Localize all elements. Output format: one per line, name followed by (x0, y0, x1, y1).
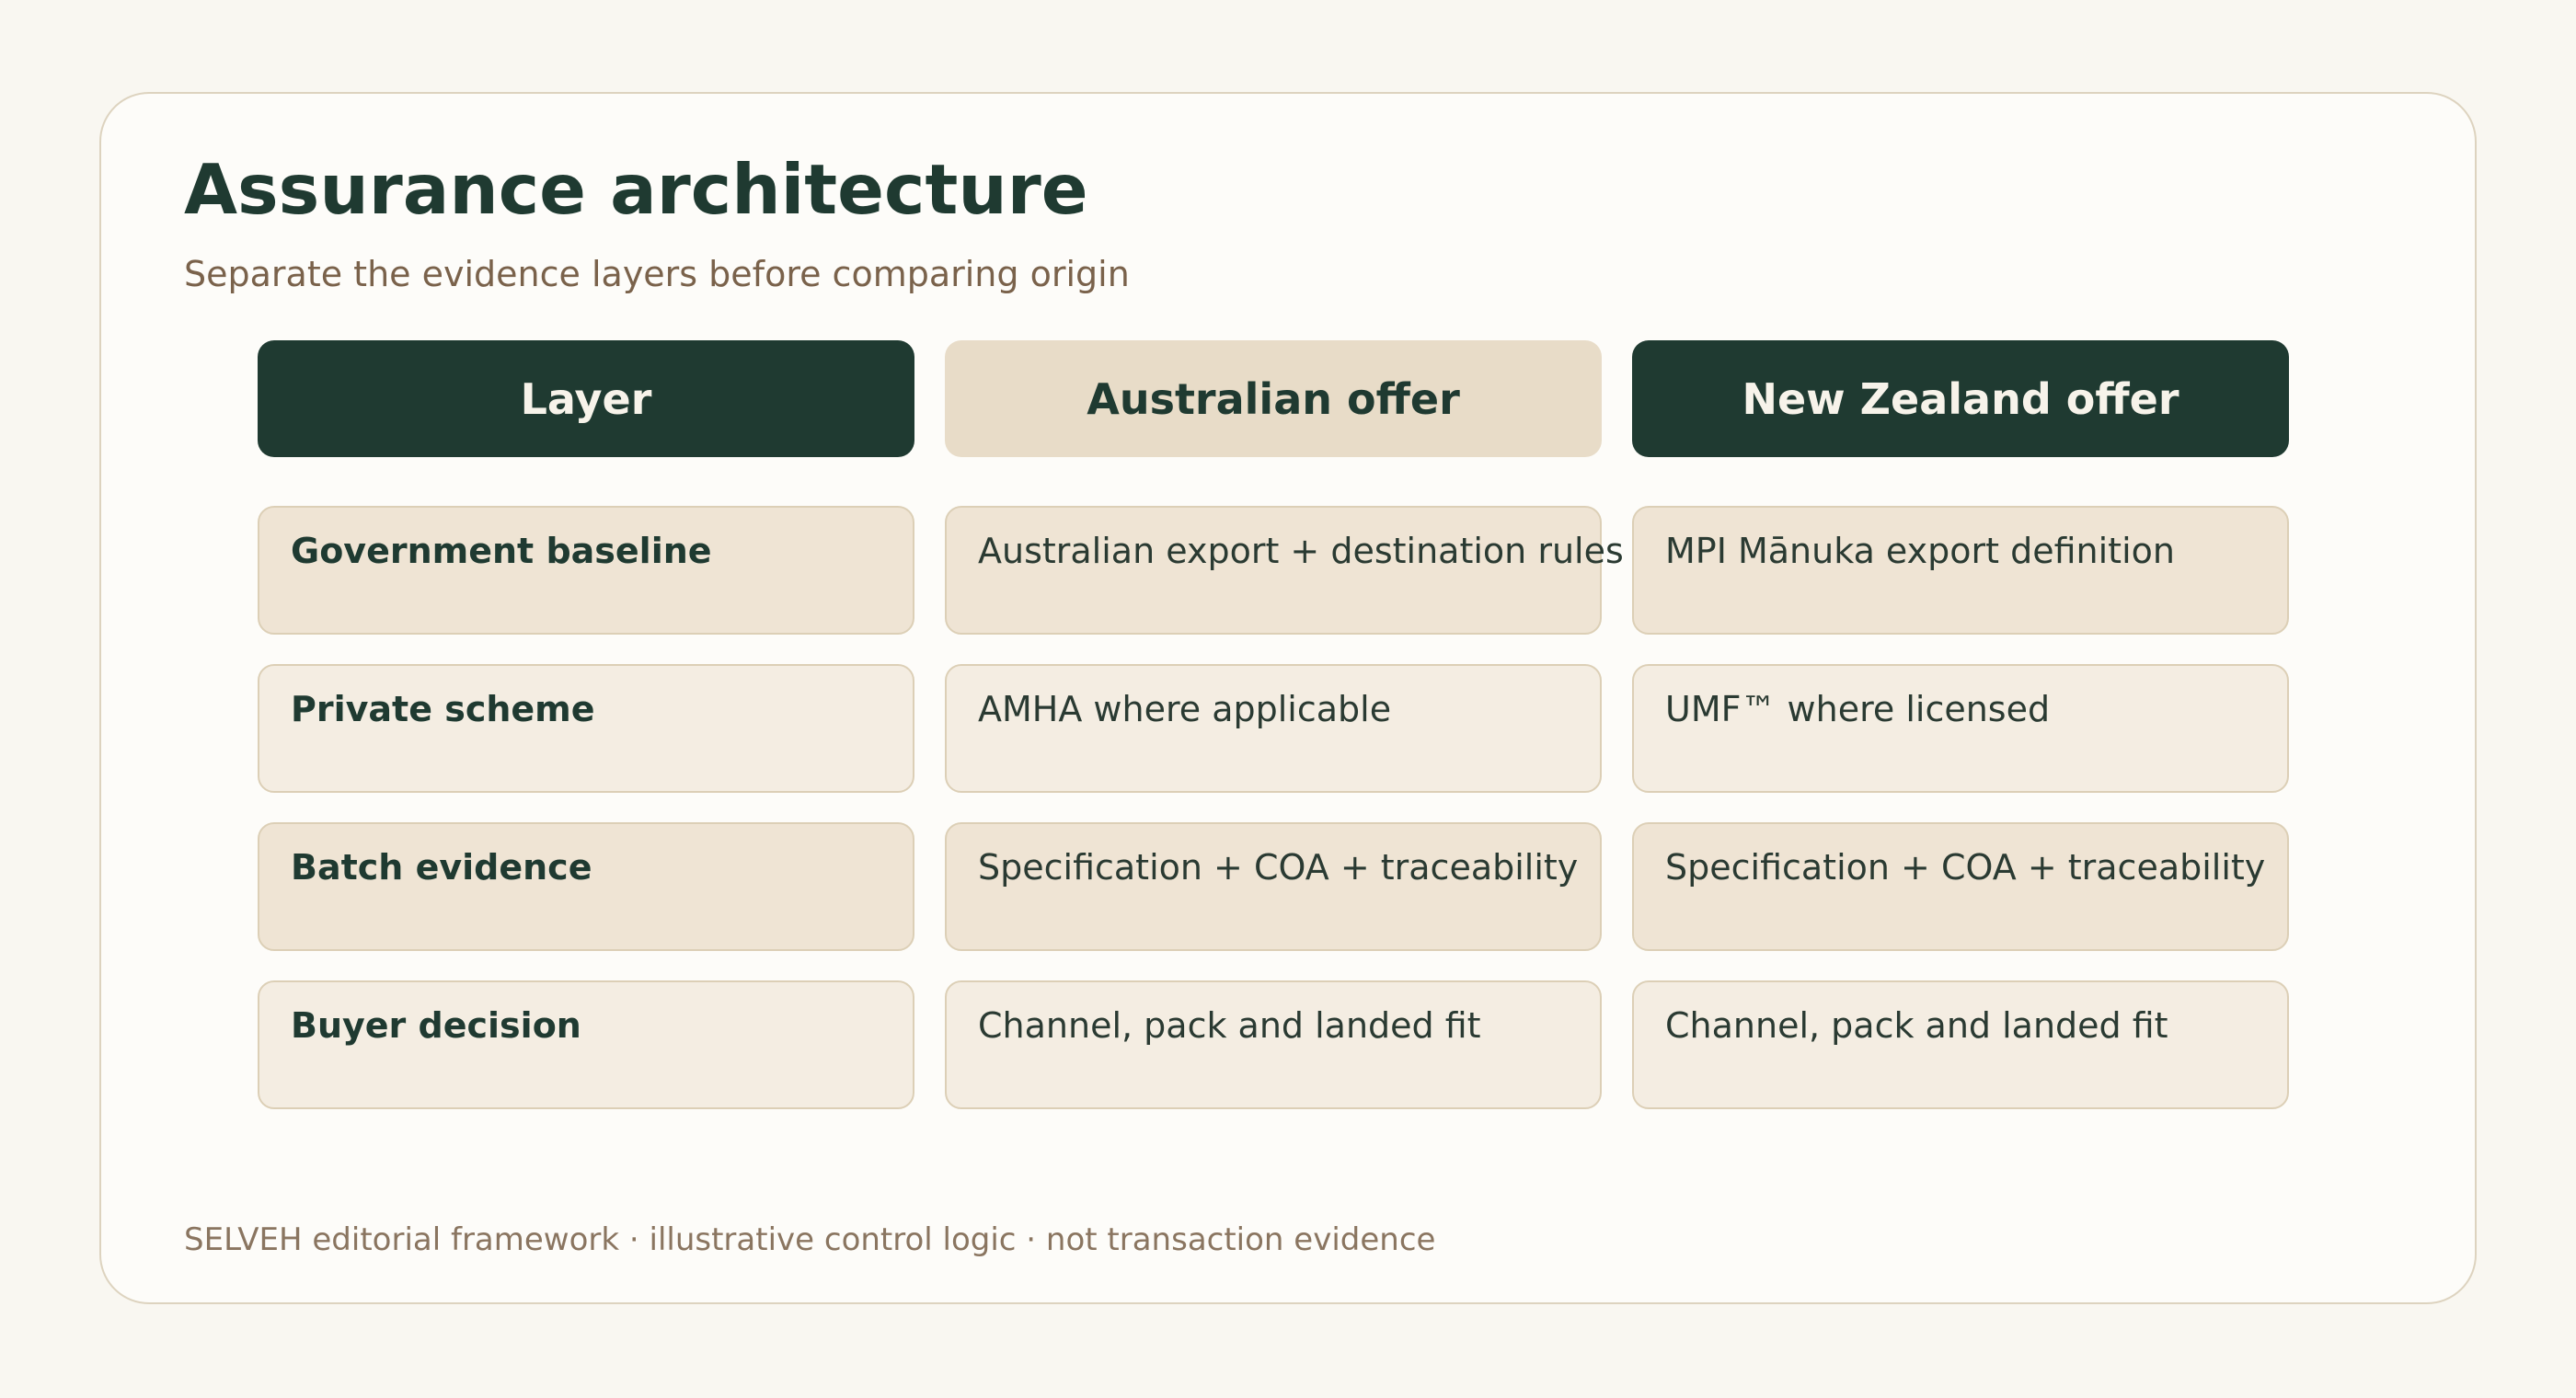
cell-australian-buyer-decision: Channel, pack and landed fit (945, 980, 1602, 1109)
cell-new-zealand-batch-evidence: Specification + COA + traceability (1632, 822, 2289, 951)
page-subtitle: Separate the evidence layers before comp… (184, 254, 1130, 294)
cell-australian-batch-evidence: Specification + COA + traceability (945, 822, 1602, 951)
row-label-government-baseline: Government baseline (258, 506, 914, 635)
footer-note: SELVEH editorial framework · illustrativ… (184, 1221, 1436, 1258)
cell-australian-government-baseline: Australian export + destination rules (945, 506, 1624, 635)
cell-new-zealand-buyer-decision: Channel, pack and landed fit (1632, 980, 2289, 1109)
column-header-layer: Layer (258, 340, 914, 457)
row-label-buyer-decision: Buyer decision (258, 980, 914, 1109)
column-header-australian-offer: Australian offer (945, 340, 1602, 457)
row-label-batch-evidence: Batch evidence (258, 822, 914, 951)
column-header-new-zealand-offer: New Zealand offer (1632, 340, 2289, 457)
cell-australian-private-scheme: AMHA where applicable (945, 664, 1602, 793)
cell-new-zealand-private-scheme: UMF™ where licensed (1632, 664, 2289, 793)
row-label-private-scheme: Private scheme (258, 664, 914, 793)
cell-new-zealand-government-baseline: MPI Mānuka export definition (1632, 506, 2289, 635)
page-title: Assurance architecture (184, 149, 1088, 230)
